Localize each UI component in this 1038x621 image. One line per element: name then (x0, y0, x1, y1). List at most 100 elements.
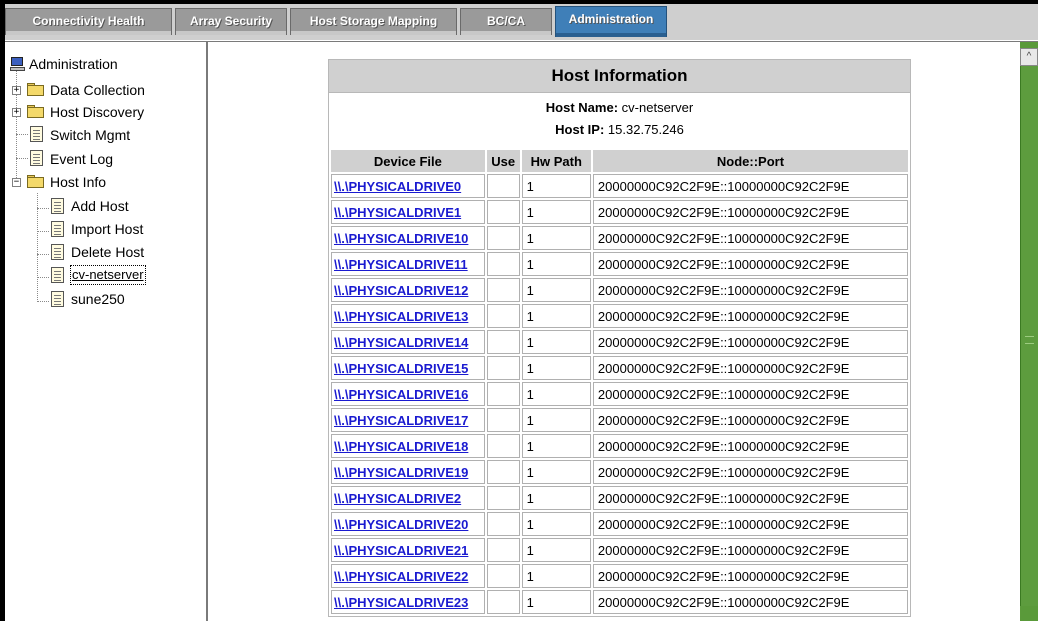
use-cell (486, 382, 520, 406)
device-file-cell: \\.\PHYSICALDRIVE21 (331, 538, 485, 562)
device-file-link[interactable]: \\.\PHYSICALDRIVE22 (334, 569, 468, 584)
tree-item-data-collection[interactable]: + Data Collection (5, 79, 205, 101)
scroll-thumb[interactable] (1020, 66, 1038, 606)
grip-icon (1025, 336, 1034, 344)
hw-path-cell: 1 (521, 252, 591, 276)
node-port-cell: 20000000C92C2F9E::10000000C92C2F9E (592, 356, 908, 380)
column-header-device-file: Device File (331, 150, 485, 172)
column-header-hw-path: Hw Path (521, 150, 591, 172)
vertical-scrollbar[interactable]: ^ (1020, 42, 1038, 621)
table-row: \\.\PHYSICALDRIVE20 1 20000000C92C2F9E::10… (331, 512, 908, 536)
hw-path-cell: 1 (521, 434, 591, 458)
device-file-link[interactable]: \\.\PHYSICALDRIVE19 (334, 465, 468, 480)
node-port-cell: 20000000C92C2F9E::10000000C92C2F9E (592, 382, 908, 406)
hw-path-cell: 1 (521, 512, 591, 536)
tree-item-event-log[interactable]: Event Log (5, 148, 205, 170)
device-file-link[interactable]: \\.\PHYSICALDRIVE12 (334, 283, 468, 298)
tree-item-sune250[interactable]: sune250 (5, 288, 205, 310)
table-row: \\.\PHYSICALDRIVE0 1 20000000C92C2F9E::100… (331, 174, 908, 198)
device-file-link[interactable]: \\.\PHYSICALDRIVE13 (334, 309, 468, 324)
tab-bar: Connectivity Health Array Security Host … (5, 4, 1038, 42)
device-file-link[interactable]: \\.\PHYSICALDRIVE15 (334, 361, 468, 376)
node-port-cell: 20000000C92C2F9E::10000000C92C2F9E (592, 174, 908, 198)
device-file-cell: \\.\PHYSICALDRIVE17 (331, 408, 485, 432)
tab-array-security[interactable]: Array Security (175, 8, 287, 35)
host-information-view: Host Information Host Name: cv-netserver… (210, 42, 1020, 621)
tree-item-administration[interactable]: Administration (5, 53, 205, 75)
expand-plus-icon[interactable]: + (12, 108, 21, 117)
document-icon (30, 126, 43, 142)
device-file-link[interactable]: \\.\PHYSICALDRIVE10 (334, 231, 468, 246)
hw-path-cell: 1 (521, 564, 591, 588)
device-file-link[interactable]: \\.\PHYSICALDRIVE20 (334, 517, 468, 532)
host-ip-value: 15.32.75.246 (607, 122, 684, 137)
device-file-cell: \\.\PHYSICALDRIVE10 (331, 226, 485, 250)
tree-item-host-discovery[interactable]: + Host Discovery (5, 101, 205, 123)
scroll-up-button[interactable]: ^ (1020, 48, 1038, 66)
table-row: \\.\PHYSICALDRIVE12 1 20000000C92C2F9E::10… (331, 278, 908, 302)
computer-icon (10, 57, 25, 71)
tree-item-add-host[interactable]: Add Host (5, 195, 205, 217)
tree-item-switch-mgmt[interactable]: Switch Mgmt (5, 124, 205, 146)
folder-icon (27, 83, 44, 96)
tree-item-cv-netserver[interactable]: cv-netserver (5, 264, 205, 286)
device-file-cell: \\.\PHYSICALDRIVE12 (331, 278, 485, 302)
use-cell (486, 538, 520, 562)
collapse-minus-icon[interactable]: − (12, 178, 21, 187)
device-file-link[interactable]: \\.\PHYSICALDRIVE17 (334, 413, 468, 428)
tree-item-import-host[interactable]: Import Host (5, 218, 205, 240)
device-file-cell: \\.\PHYSICALDRIVE23 (331, 590, 485, 614)
device-file-cell: \\.\PHYSICALDRIVE20 (331, 512, 485, 536)
table-row: \\.\PHYSICALDRIVE15 1 20000000C92C2F9E::10… (331, 356, 908, 380)
host-name-value: cv-netserver (621, 100, 694, 115)
folder-icon (27, 105, 44, 118)
host-summary: Host Name: cv-netserver Host IP: 15.32.7… (329, 92, 910, 148)
tab-host-storage-mapping[interactable]: Host Storage Mapping (290, 8, 457, 35)
node-port-cell: 20000000C92C2F9E::10000000C92C2F9E (592, 590, 908, 614)
use-cell (486, 434, 520, 458)
host-name-label: Host Name: (545, 100, 619, 115)
device-file-link[interactable]: \\.\PHYSICALDRIVE21 (334, 543, 468, 558)
tree-item-host-info[interactable]: − Host Info (5, 171, 205, 193)
tab-administration[interactable]: Administration (555, 6, 667, 37)
host-ip-label: Host IP: (555, 122, 605, 137)
column-header-node-port: Node::Port (592, 150, 908, 172)
node-port-cell: 20000000C92C2F9E::10000000C92C2F9E (592, 486, 908, 510)
expand-plus-icon[interactable]: + (12, 86, 21, 95)
device-file-link[interactable]: \\.\PHYSICALDRIVE0 (334, 179, 461, 194)
device-file-link[interactable]: \\.\PHYSICALDRIVE11 (334, 257, 468, 272)
document-icon (51, 291, 64, 307)
device-file-cell: \\.\PHYSICALDRIVE22 (331, 564, 485, 588)
tree-item-delete-host[interactable]: Delete Host (5, 241, 205, 263)
use-cell (486, 252, 520, 276)
node-port-cell: 20000000C92C2F9E::10000000C92C2F9E (592, 330, 908, 354)
device-file-link[interactable]: \\.\PHYSICALDRIVE16 (334, 387, 468, 402)
device-file-link[interactable]: \\.\PHYSICALDRIVE2 (334, 491, 461, 506)
hw-path-cell: 1 (521, 226, 591, 250)
tab-connectivity-health[interactable]: Connectivity Health (5, 8, 172, 35)
use-cell (486, 590, 520, 614)
table-row: \\.\PHYSICALDRIVE21 1 20000000C92C2F9E::10… (331, 538, 908, 562)
node-port-cell: 20000000C92C2F9E::10000000C92C2F9E (592, 538, 908, 562)
device-file-link[interactable]: \\.\PHYSICALDRIVE18 (334, 439, 468, 454)
table-row: \\.\PHYSICALDRIVE10 1 20000000C92C2F9E::10… (331, 226, 908, 250)
device-file-cell: \\.\PHYSICALDRIVE16 (331, 382, 485, 406)
table-row: \\.\PHYSICALDRIVE11 1 20000000C92C2F9E::10… (331, 252, 908, 276)
table-row: \\.\PHYSICALDRIVE17 1 20000000C92C2F9E::10… (331, 408, 908, 432)
hw-path-cell: 1 (521, 304, 591, 328)
device-file-cell: \\.\PHYSICALDRIVE13 (331, 304, 485, 328)
device-file-link[interactable]: \\.\PHYSICALDRIVE23 (334, 595, 468, 610)
hw-path-cell: 1 (521, 486, 591, 510)
table-row: \\.\PHYSICALDRIVE16 1 20000000C92C2F9E::10… (331, 382, 908, 406)
hw-path-cell: 1 (521, 174, 591, 198)
node-port-cell: 20000000C92C2F9E::10000000C92C2F9E (592, 278, 908, 302)
device-file-link[interactable]: \\.\PHYSICALDRIVE14 (334, 335, 468, 350)
node-port-cell: 20000000C92C2F9E::10000000C92C2F9E (592, 304, 908, 328)
hw-path-cell: 1 (521, 538, 591, 562)
device-file-link[interactable]: \\.\PHYSICALDRIVE1 (334, 205, 461, 220)
device-file-cell: \\.\PHYSICALDRIVE15 (331, 356, 485, 380)
tab-bc-ca[interactable]: BC/CA (460, 8, 552, 35)
host-information-panel: Host Information Host Name: cv-netserver… (328, 59, 911, 617)
document-icon (51, 244, 64, 260)
use-cell (486, 226, 520, 250)
